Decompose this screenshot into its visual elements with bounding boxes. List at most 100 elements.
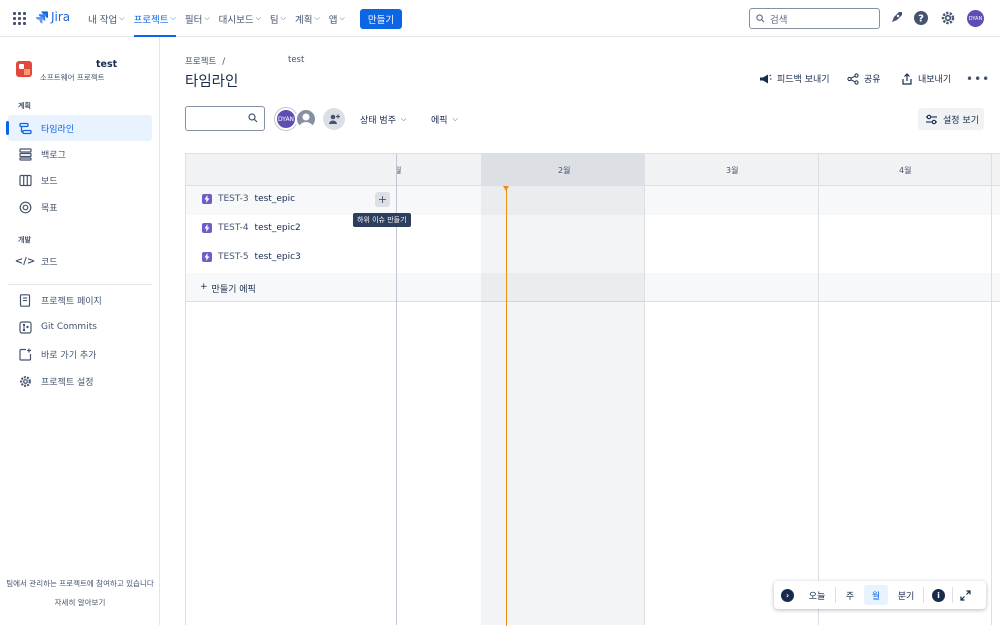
divider	[923, 587, 924, 603]
sidebar-item-label: 백로그	[41, 150, 66, 161]
settings-icon	[18, 374, 32, 388]
sidebar-item-timeline[interactable]: 타임라인	[6, 115, 152, 141]
status-category-label: 상태 범주	[360, 116, 396, 126]
more-options-icon[interactable]: •••	[966, 72, 990, 86]
timeline-zoom-control: › 오늘 주 월 분기 i	[774, 581, 986, 609]
app-switcher-icon[interactable]	[13, 12, 26, 25]
nav-my-work[interactable]: 내 작업 ⌵	[88, 0, 125, 37]
sliders-icon	[926, 114, 937, 124]
epic-lightning-icon	[202, 252, 212, 262]
timeline-search-input[interactable]	[185, 106, 265, 131]
divider	[835, 587, 836, 603]
epic-name: test_epic2	[254, 223, 301, 233]
sidebar-item-project-pages[interactable]: 프로젝트 페이지	[8, 287, 152, 313]
search-input[interactable]: 검색	[749, 8, 880, 29]
nav-filters[interactable]: 필터 ⌵	[185, 0, 210, 37]
view-settings-label: 설정 보기	[943, 115, 979, 126]
sidebar-item-board[interactable]: 보드	[8, 167, 152, 193]
chevron-down-icon: ⌵	[204, 14, 210, 22]
nav-plans[interactable]: 계획 ⌵	[295, 0, 320, 37]
status-category-dropdown[interactable]: 상태 범주 ⌵	[360, 113, 406, 126]
today-line	[506, 186, 507, 626]
nav-apps[interactable]: 앱 ⌵	[329, 0, 345, 37]
learn-more-link[interactable]: 자세히 알아보기	[0, 597, 160, 608]
sidebar-item-add-shortcut[interactable]: 바로 가기 추가	[8, 341, 152, 367]
feedback-label: 피드백 보내기	[777, 75, 830, 85]
nav-label: 앱	[328, 14, 338, 26]
svg-text:?: ?	[918, 14, 924, 25]
project-header[interactable]	[16, 61, 32, 77]
chevron-down-icon: ⌵	[255, 14, 261, 22]
search-icon	[756, 14, 765, 23]
month-gridline	[991, 154, 992, 625]
epic-item[interactable]: TEST-4 test_epic2	[202, 223, 301, 233]
help-icon[interactable]: ?	[913, 10, 929, 26]
nav-label: 필터	[184, 14, 203, 26]
chevron-down-icon: ⌵	[314, 14, 320, 22]
info-icon[interactable]: i	[932, 588, 945, 602]
chevron-down-icon: ⌵	[339, 14, 345, 22]
epic-lightning-icon	[202, 223, 212, 233]
notifications-rocket-icon[interactable]	[888, 10, 904, 26]
project-avatar-icon	[16, 61, 32, 77]
create-epic-button[interactable]: + 만들기 에픽	[200, 282, 256, 295]
nav-label: 프로젝트	[133, 14, 169, 26]
unassigned-filter-avatar[interactable]	[295, 108, 317, 130]
sidebar-item-project-settings[interactable]: 프로젝트 설정	[8, 368, 152, 394]
epic-key: TEST-3	[218, 194, 249, 204]
sidebar-footer-text: 팀에서 관리하는 프로젝트에 참여하고 있습니다	[6, 579, 154, 588]
add-people-button[interactable]	[323, 108, 345, 130]
sidebar-item-label: 목표	[41, 203, 58, 214]
code-icon: </>	[14, 255, 36, 267]
epic-item[interactable]: TEST-5 test_epic3	[202, 252, 301, 262]
epic-dropdown[interactable]: 에픽 ⌵	[431, 113, 458, 126]
assignee-filter-avatar[interactable]: DYAN	[275, 108, 297, 130]
sidebar-item-label: 보드	[41, 176, 58, 187]
jira-logo[interactable]: Jira	[35, 10, 70, 24]
chevron-down-icon: ⌵	[452, 115, 458, 123]
nav-dashboards[interactable]: 대시보드 ⌵	[219, 0, 261, 37]
export-label: 내보내기	[918, 75, 952, 85]
epic-name: test_epic3	[254, 252, 301, 262]
nav-menu: 내 작업 ⌵ 프로젝트 ⌵ 필터 ⌵ 대시보드 ⌵ 팀 ⌵ 계획 ⌵ 앱 ⌵ 만들기	[88, 0, 403, 37]
sidebar-item-code[interactable]: </> 코드	[8, 248, 152, 274]
nav-projects[interactable]: 프로젝트 ⌵	[133, 0, 177, 37]
sidebar-item-backlog[interactable]: 백로그	[8, 141, 152, 167]
collapse-panel-icon[interactable]: ›	[781, 588, 794, 602]
jira-logo-icon	[35, 11, 48, 24]
nav-label: 계획	[294, 14, 313, 26]
today-button[interactable]: 오늘	[799, 585, 835, 605]
nav-label: 내 작업	[88, 14, 118, 26]
jira-logo-text: Jira	[51, 10, 71, 24]
project-name: test	[96, 59, 118, 70]
create-epic-label: 만들기 에픽	[211, 285, 256, 295]
epic-item[interactable]: TEST-3 test_epic	[202, 194, 295, 204]
feedback-button[interactable]: 피드백 보내기	[759, 72, 830, 85]
backlog-icon	[18, 147, 32, 161]
breadcrumb-projects[interactable]: 프로젝트	[185, 57, 216, 67]
month-button[interactable]: 월	[864, 585, 888, 605]
week-button[interactable]: 주	[838, 585, 862, 605]
create-child-issue-button[interactable]: +	[375, 192, 390, 207]
share-button[interactable]: 공유	[847, 72, 881, 85]
timeline-icon	[18, 121, 32, 135]
sidebar-item-label: 코드	[41, 257, 58, 268]
month-gridline	[644, 154, 645, 625]
chevron-down-icon: ⌵	[119, 14, 125, 22]
view-settings-button[interactable]: 설정 보기	[918, 108, 984, 130]
quarter-button[interactable]: 분기	[891, 585, 921, 605]
breadcrumb-project[interactable]: test	[288, 55, 304, 65]
export-button[interactable]: 내보내기	[901, 72, 951, 85]
settings-gear-icon[interactable]	[940, 10, 956, 26]
breadcrumb-separator: /	[222, 57, 226, 67]
create-button[interactable]: 만들기	[359, 8, 403, 29]
search-placeholder: 검색	[770, 14, 788, 26]
nav-teams[interactable]: 팀 ⌵	[270, 0, 286, 37]
goals-icon	[18, 200, 32, 214]
add-shortcut-icon	[18, 347, 32, 361]
sidebar-item-goals[interactable]: 목표	[8, 194, 152, 220]
sidebar-item-git-commits[interactable]: Git Commits	[8, 314, 152, 340]
fullscreen-icon[interactable]	[960, 589, 971, 601]
top-navigation: Jira 내 작업 ⌵ 프로젝트 ⌵ 필터 ⌵ 대시보드 ⌵ 팀 ⌵ 계획 ⌵ 앱 ⌵ 만들기…	[0, 0, 1000, 37]
profile-avatar[interactable]: DYAN	[967, 10, 984, 27]
